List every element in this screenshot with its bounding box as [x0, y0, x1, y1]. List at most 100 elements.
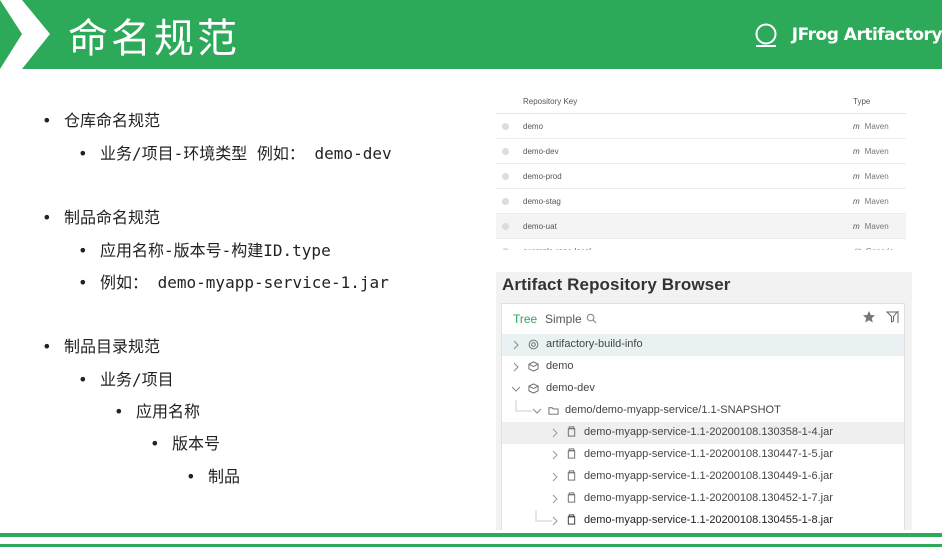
- page-title: 命名规范: [68, 16, 240, 62]
- repository-table: Repository Key Type demo m Maven demo-dev…: [496, 88, 906, 250]
- jar-icon: [567, 448, 576, 459]
- browser-title: Artifact Repository Browser: [502, 275, 731, 294]
- tree-node[interactable]: demo-myapp-service-1.1-20200108.130449-1…: [502, 466, 904, 488]
- bullet-text: 制品: [208, 467, 241, 486]
- chevron-right-icon[interactable]: [550, 494, 560, 504]
- artifact-browser: Artifact Repository Browser Tree Simple …: [496, 272, 912, 530]
- bullet-item: • 制品目录规范: [42, 337, 161, 356]
- tree-node[interactable]: demo-myapp-service-1.1-20200108.130447-1…: [502, 444, 904, 466]
- brand-name: JFrog Artifactory: [791, 25, 942, 45]
- table-row[interactable]: example-repo-local ▢ Generic: [496, 239, 906, 250]
- tree-node-label[interactable]: demo-myapp-service-1.1-20200108.130455-1…: [584, 514, 833, 526]
- generic-icon: ▢: [853, 247, 861, 250]
- repo-type: m Maven: [853, 172, 889, 181]
- tree-node[interactable]: demo-dev: [502, 378, 904, 400]
- filter-icon[interactable]: [886, 310, 900, 324]
- jar-icon: [567, 426, 576, 437]
- status-dot-icon: [502, 198, 509, 205]
- repo-icon: [528, 361, 539, 372]
- tree-node-label[interactable]: demo-myapp-service-1.1-20200108.130447-1…: [584, 448, 833, 460]
- chevron-down-icon[interactable]: [532, 406, 542, 416]
- repo-key[interactable]: demo: [523, 122, 543, 131]
- tree-node-label[interactable]: artifactory-build-info: [546, 338, 643, 350]
- bullet-item: • 业务/项目-环境类型 例如： demo-dev: [78, 144, 392, 163]
- repo-type-label: Generic: [866, 247, 894, 250]
- bullet-item: • 制品: [186, 467, 241, 486]
- footer-bar: [0, 533, 942, 537]
- tree-node-label[interactable]: demo-myapp-service-1.1-20200108.130449-1…: [584, 470, 833, 482]
- tree-panel: Tree Simple artifactory-build-info demo …: [501, 303, 905, 530]
- tree-node[interactable]: demo-myapp-service-1.1-20200108.130455-1…: [502, 510, 904, 530]
- chevron-right-icon[interactable]: [550, 450, 560, 460]
- repo-key[interactable]: demo-dev: [523, 147, 559, 156]
- build-info-icon: [528, 339, 539, 350]
- tree-node-label[interactable]: demo: [546, 360, 574, 372]
- table-row[interactable]: demo-stag m Maven: [496, 189, 906, 214]
- table-row[interactable]: demo-prod m Maven: [496, 164, 906, 189]
- repo-key[interactable]: demo-prod: [523, 172, 562, 181]
- bullet-text: 业务/项目-环境类型 例如： demo-dev: [100, 144, 392, 163]
- tree-node[interactable]: artifactory-build-info: [502, 334, 904, 356]
- tree-node[interactable]: demo/demo-myapp-service/1.1-SNAPSHOT: [502, 400, 904, 422]
- jfrog-logo-icon: [755, 23, 777, 47]
- jar-icon: [567, 470, 576, 481]
- tree-node-label[interactable]: demo-myapp-service-1.1-20200108.130358-1…: [584, 426, 833, 438]
- chevron-right-icon[interactable]: [550, 472, 560, 482]
- bullet-text: 应用名称-版本号-构建ID.type: [100, 241, 331, 260]
- bullet-text: 业务/项目: [100, 370, 174, 389]
- tree-node[interactable]: demo-myapp-service-1.1-20200108.130452-1…: [502, 488, 904, 510]
- column-header-key[interactable]: Repository Key: [523, 97, 577, 106]
- tree-node-label[interactable]: demo-myapp-service-1.1-20200108.130452-1…: [584, 492, 833, 504]
- bullet-item: • 版本号: [150, 434, 221, 453]
- bullet-item: • 仓库命名规范: [42, 111, 161, 130]
- tree-node-label[interactable]: demo/demo-myapp-service/1.1-SNAPSHOT: [565, 404, 781, 416]
- bullet-item: • 应用名称: [114, 402, 201, 421]
- header-bar: 命名规范 JFrog Artifactory: [0, 0, 942, 69]
- maven-icon: m: [853, 122, 860, 131]
- chevron-right-icon[interactable]: [550, 428, 560, 438]
- chevron-right-icon[interactable]: [511, 362, 521, 372]
- bullet-text: 仓库命名规范: [64, 111, 161, 130]
- folder-icon: [548, 407, 559, 415]
- tree-node[interactable]: demo: [502, 356, 904, 378]
- bullet-text: 例如： demo-myapp-service-1.jar: [100, 273, 389, 292]
- maven-icon: m: [853, 147, 860, 156]
- brand: JFrog Artifactory: [754, 20, 942, 50]
- repo-type: ▢ Generic: [853, 247, 894, 250]
- repo-type-label: Maven: [864, 222, 889, 231]
- repo-key[interactable]: demo-stag: [523, 197, 561, 206]
- bullet-item: • 例如： demo-myapp-service-1.jar: [78, 273, 389, 292]
- jar-icon: [567, 492, 576, 503]
- bullet-text: 应用名称: [136, 402, 201, 421]
- tree-node[interactable]: demo-myapp-service-1.1-20200108.130358-1…: [502, 422, 904, 444]
- table-row[interactable]: demo-uat m Maven: [496, 214, 906, 239]
- chevron-logo-icon: [0, 0, 50, 69]
- repo-icon: [528, 383, 539, 394]
- maven-icon: m: [853, 197, 860, 206]
- bullet-text: 制品目录规范: [64, 337, 161, 356]
- table-row[interactable]: demo-dev m Maven: [496, 139, 906, 164]
- table-header: Repository Key Type: [496, 88, 906, 114]
- repo-type: m Maven: [853, 147, 889, 156]
- repo-key[interactable]: demo-uat: [523, 222, 557, 231]
- bullet-text: 制品命名规范: [64, 208, 161, 227]
- repo-type: m Maven: [853, 197, 889, 206]
- tab-simple[interactable]: Simple: [545, 312, 582, 326]
- tree-connector: [515, 400, 532, 412]
- status-dot-icon: [502, 148, 509, 155]
- repo-key[interactable]: example-repo-local: [523, 247, 591, 250]
- tab-tree[interactable]: Tree: [513, 312, 537, 326]
- chevron-right-icon[interactable]: [511, 340, 521, 350]
- star-icon[interactable]: [862, 310, 876, 324]
- bullet-item: • 应用名称-版本号-构建ID.type: [78, 241, 331, 260]
- repo-type: m Maven: [853, 122, 889, 131]
- chevron-right-icon[interactable]: [550, 516, 560, 526]
- jar-icon: [567, 514, 576, 525]
- table-row[interactable]: demo m Maven: [496, 114, 906, 139]
- browser-tabs: Tree Simple: [502, 304, 904, 332]
- tree-node-label[interactable]: demo-dev: [546, 382, 595, 394]
- chevron-down-icon[interactable]: [511, 384, 521, 394]
- repo-type-label: Maven: [864, 172, 889, 181]
- search-icon[interactable]: [586, 313, 597, 324]
- column-header-type[interactable]: Type: [853, 97, 870, 106]
